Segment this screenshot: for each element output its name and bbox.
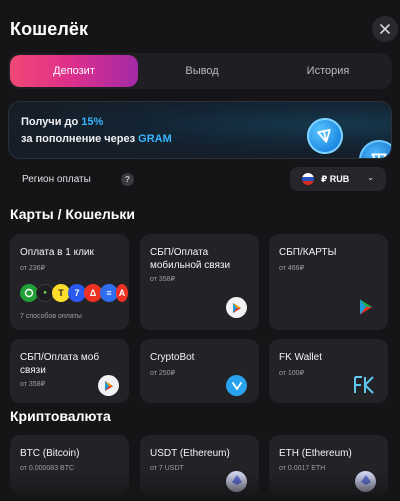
chevron-down-icon: ⌄ xyxy=(367,173,374,182)
card-min: от 236₽ xyxy=(20,265,46,272)
tab-deposit[interactable]: Депозит xyxy=(10,55,138,87)
payment-card-sbp-mobile[interactable]: СБП/Оплата мобильной связи от 358₽ xyxy=(140,234,259,330)
card-name: CryptoBot xyxy=(150,352,195,363)
card-name: СБП/КАРТЫ xyxy=(279,247,337,258)
payment-card-cryptobot[interactable]: CryptoBot от 250₽ xyxy=(140,339,259,403)
sbp-icon xyxy=(357,298,375,316)
card-min: от 358₽ xyxy=(150,276,176,283)
payment-card-sbp-mob[interactable]: СБП/Оплата моб связи от 358₽ xyxy=(10,339,129,403)
payment-card-sbp-cards[interactable]: СБП/КАРТЫ от 466₽ xyxy=(269,234,388,330)
currency-select[interactable]: ₽ RUB ⌄ xyxy=(290,167,386,191)
russia-flag-icon xyxy=(302,173,314,185)
section-title-cards: Карты / Кошельки xyxy=(10,206,136,222)
promo-gram: GRAM xyxy=(138,133,172,145)
card-name: Оплата в 1 клик xyxy=(20,247,94,258)
cryptobot-icon xyxy=(226,375,247,396)
card-name: СБП/Оплата мобильной связи xyxy=(150,247,231,271)
promo-percent: 15% xyxy=(81,116,104,128)
promo-line-1: Получи до 15% xyxy=(21,116,103,128)
card-name: СБП/Оплата моб связи xyxy=(20,352,100,376)
card-name: BTC (Bitcoin) xyxy=(20,448,80,459)
promo-text: за пополнение через xyxy=(21,133,139,145)
card-name: ETH (Ethereum) xyxy=(279,448,352,459)
tab-history[interactable]: История xyxy=(266,55,390,87)
payment-card-fk-wallet[interactable]: FK Wallet от 100₽ xyxy=(269,339,388,403)
page-title: Кошелёк xyxy=(10,19,89,39)
header: Кошелёк xyxy=(0,0,400,52)
sbp-icon xyxy=(226,297,247,318)
card-min: от 358₽ xyxy=(20,381,46,388)
currency-value: ₽ RUB xyxy=(321,173,350,184)
fk-wallet-logo xyxy=(353,375,375,400)
close-icon[interactable] xyxy=(372,16,398,42)
alfa-red-icon: A xyxy=(116,284,128,302)
region-label: Регион оплаты xyxy=(22,174,91,185)
bottom-fade xyxy=(0,470,400,501)
sbp-icon xyxy=(98,375,119,396)
region-row: Регион оплаты ? ₽ RUB ⌄ xyxy=(8,165,392,195)
card-name: FK Wallet xyxy=(279,352,322,363)
wallet-tabs: Депозит Вывод История xyxy=(8,53,392,89)
tab-withdraw[interactable]: Вывод xyxy=(138,55,266,87)
methods-count: 7 способов оплаты xyxy=(20,313,82,320)
help-icon[interactable]: ? xyxy=(121,173,134,186)
section-title-crypto: Криптовалюта xyxy=(10,408,111,424)
promo-line-2: за пополнение через GRAM xyxy=(21,133,172,145)
promo-banner[interactable]: Получи до 15% за пополнение через GRAM xyxy=(8,101,392,159)
card-min: от 466₽ xyxy=(279,265,305,272)
bank-logos: ● T 7 Δ ≡ A xyxy=(20,284,128,302)
gram-coin-icon xyxy=(359,140,391,158)
card-name: USDT (Ethereum) xyxy=(150,448,230,459)
card-min: от 100₽ xyxy=(279,370,305,377)
payment-card-one-click[interactable]: Оплата в 1 клик от 236₽ ● T 7 Δ ≡ A 7 сп… xyxy=(10,234,129,330)
card-min: от 250₽ xyxy=(150,370,176,377)
promo-text: Получи до xyxy=(21,116,82,128)
gram-coin-icon xyxy=(303,114,347,158)
